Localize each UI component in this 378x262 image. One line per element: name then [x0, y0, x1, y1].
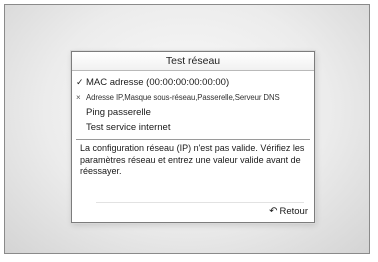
test-steps-list: ✓ MAC adresse (00:00:00:00:00:00) × Adre… — [72, 71, 314, 135]
test-step-label: MAC adresse (00:00:00:00:00:00) — [86, 77, 230, 88]
network-test-dialog: Test réseau ✓ MAC adresse (00:00:00:00:0… — [71, 51, 315, 223]
return-arrow-icon: ↶ — [269, 206, 278, 217]
return-button[interactable]: ↶ Retour — [269, 206, 308, 218]
footer-divider — [96, 202, 304, 203]
error-message: La configuration réseau (IP) n'est pas v… — [80, 143, 305, 176]
test-step-gateway-ping: Ping passerelle — [86, 105, 314, 120]
check-icon: ✓ — [76, 77, 84, 87]
test-step-label: Test service internet — [86, 122, 171, 133]
test-step-internet-service: Test service internet — [86, 120, 314, 135]
return-label: Retour — [279, 206, 308, 217]
test-step-label: Adresse IP,Masque sous-réseau,Passerelle… — [86, 93, 280, 102]
dialog-title: Test réseau — [72, 52, 314, 71]
tv-screen: Test réseau ✓ MAC adresse (00:00:00:00:0… — [4, 4, 370, 254]
test-step-ip-settings: × Adresse IP,Masque sous-réseau,Passerel… — [76, 90, 314, 105]
test-step-label: Ping passerelle — [86, 107, 151, 118]
test-step-mac-address: ✓ MAC adresse (00:00:00:00:00:00) — [76, 75, 314, 90]
fail-x-icon: × — [76, 93, 81, 102]
